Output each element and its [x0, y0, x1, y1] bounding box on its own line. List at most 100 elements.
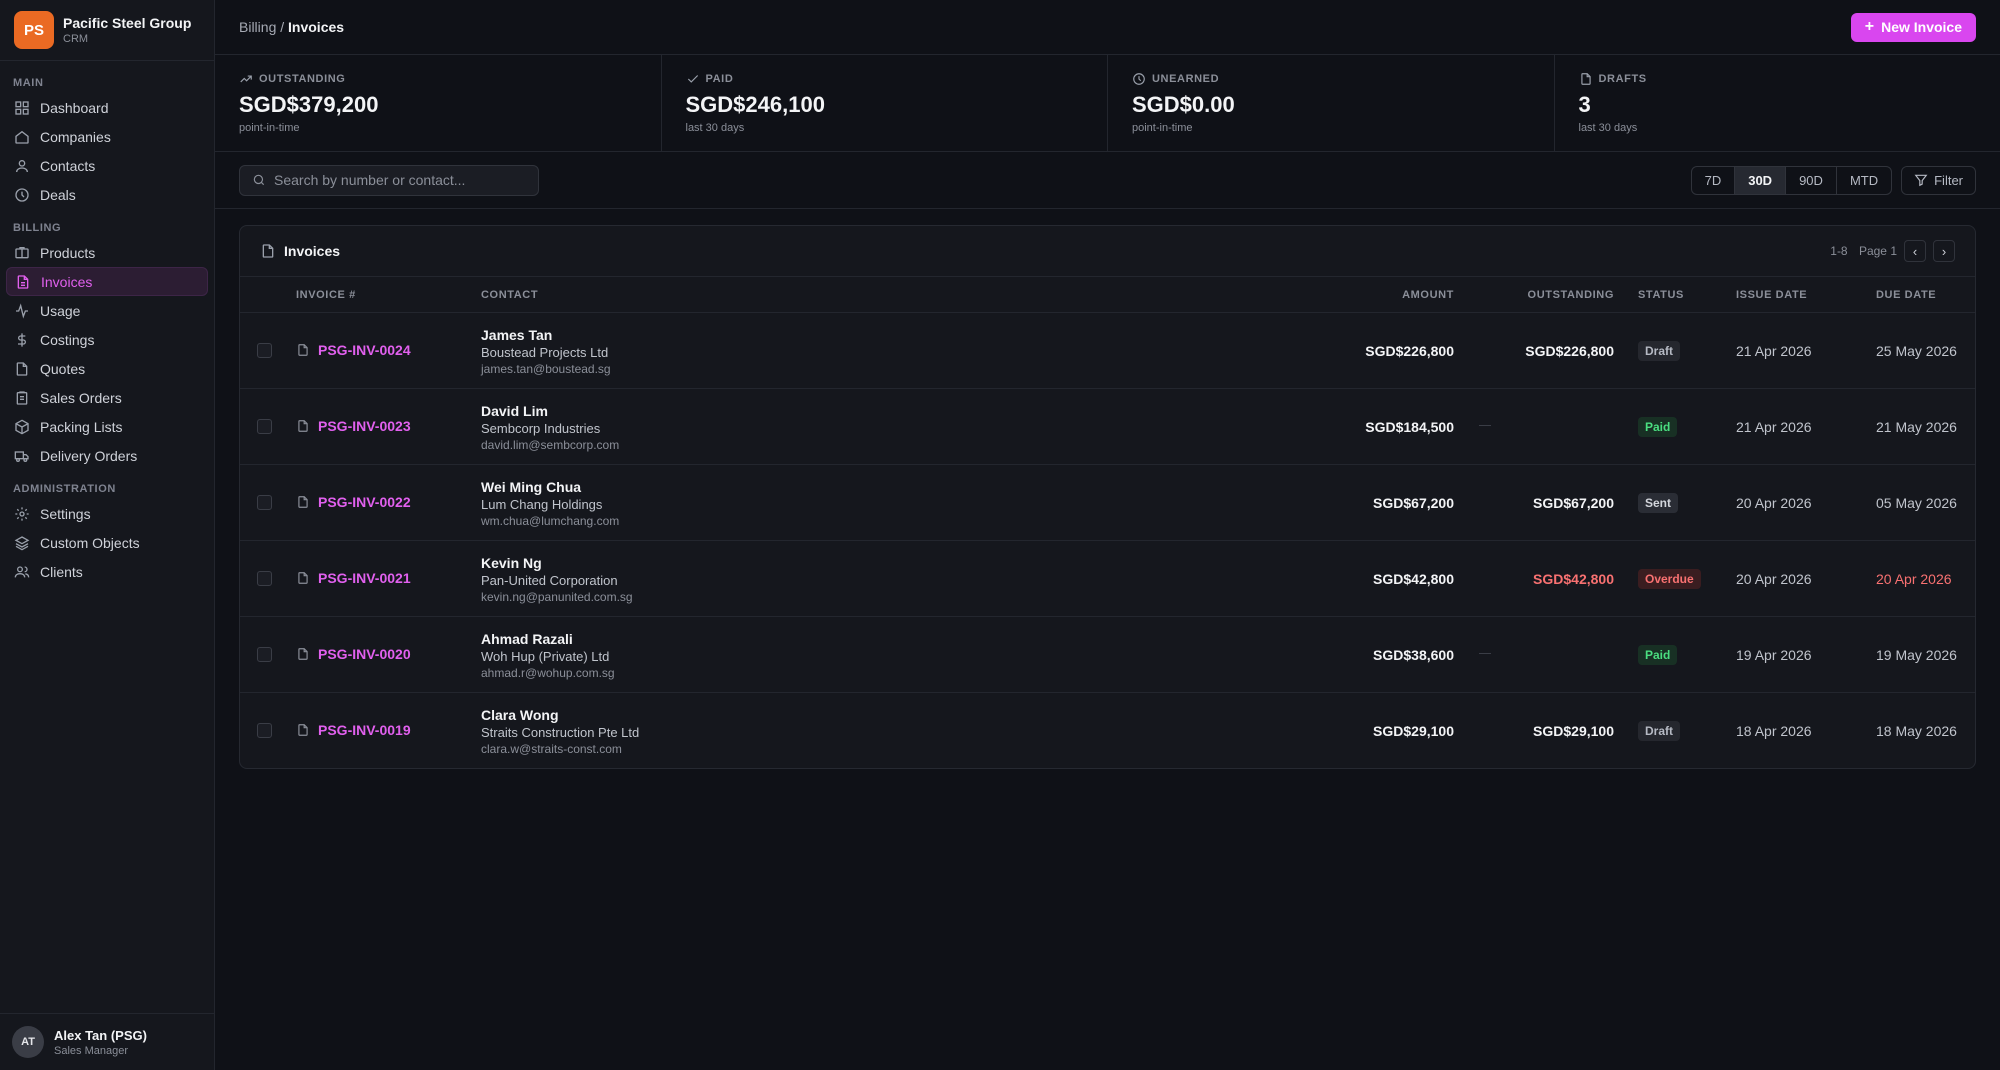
sidebar-item-label: Dashboard [40, 99, 109, 116]
range-30d[interactable]: 30D [1735, 166, 1787, 194]
filter-icon [1914, 174, 1928, 187]
invoice-link[interactable]: PSG-INV-0022 [296, 494, 411, 510]
column-header-invoice[interactable]: INVOICE # [296, 289, 356, 301]
sidebar-item-label: Contacts [40, 157, 96, 174]
breadcrumb-billing[interactable]: Billing [239, 19, 276, 35]
brand[interactable]: PS Pacific Steel Group CRM [0, 0, 214, 61]
column-header-contact[interactable]: CONTACT [481, 289, 538, 301]
table-row[interactable]: PSG-INV-0019 Clara Wong Straits Construc… [240, 693, 1975, 768]
invoice-number: PSG-INV-0020 [318, 646, 411, 662]
stat-label: PAID [686, 72, 1108, 86]
amount: SGD$184,500 [1365, 419, 1454, 435]
dollar-icon [18, 332, 26, 347]
sidebar-item-usage[interactable]: Usage [6, 296, 208, 325]
breadcrumb: Billing / Invoices [239, 19, 344, 35]
range-mtd[interactable]: MTD [1837, 167, 1891, 194]
due-date: 20 Apr 2026 [1876, 571, 1952, 587]
row-checkbox[interactable] [257, 723, 272, 738]
column-header-status[interactable]: STATUS [1638, 289, 1684, 301]
layers-icon [14, 535, 30, 550]
previous-page-button[interactable]: ‹ [1904, 240, 1926, 262]
contact-email: james.tan@boustead.sg [481, 362, 611, 376]
invoice-number: PSG-INV-0024 [318, 342, 411, 358]
brand-name: Pacific Steel Group [63, 15, 192, 31]
issue-date: 19 Apr 2026 [1736, 647, 1812, 663]
truck-icon [14, 450, 29, 462]
invoices-table-card: Invoices 1-8 Page 1 ‹ › INVOICE # CONTAC… [239, 225, 1976, 769]
sidebar-item-deals[interactable]: Deals [6, 180, 208, 209]
amount: SGD$67,200 [1373, 495, 1454, 511]
sidebar-item-settings[interactable]: Settings [6, 499, 208, 528]
file-icon [298, 496, 308, 508]
file-icon [298, 344, 308, 356]
sidebar-item-clients[interactable]: Clients [6, 557, 208, 586]
row-checkbox[interactable] [257, 495, 272, 510]
filter-button[interactable]: Filter [1901, 165, 1976, 195]
stat-label: DRAFTS [1579, 72, 2000, 86]
range-90d[interactable]: 90D [1786, 166, 1837, 194]
contact-name: Kevin Ng [481, 555, 542, 571]
user-role: Sales Manager [54, 1044, 128, 1057]
row-checkbox[interactable] [257, 343, 272, 358]
contact-name: Clara Wong [481, 707, 559, 723]
sidebar-item-dashboard[interactable]: Dashboard [6, 93, 208, 122]
pagination: 1-8 Page 1 ‹ › [1830, 240, 1955, 262]
contact-email: ahmad.r@wohup.com.sg [481, 666, 615, 680]
search-input[interactable] [274, 172, 524, 188]
contact-email: wm.chua@lumchang.com [481, 514, 620, 528]
sidebar-item-invoices[interactable]: Invoices [6, 267, 208, 296]
issue-date: 21 Apr 2026 [1736, 419, 1812, 435]
gear-icon [15, 506, 29, 521]
status-badge: Paid [1638, 417, 1678, 437]
stats-row: OUTSTANDING SGD$379,200 point-in-time PA… [215, 55, 2000, 152]
contact-company: Sembcorp Industries [481, 421, 601, 436]
stat-outstanding: OUTSTANDING SGD$379,200 point-in-time [215, 55, 662, 151]
table-row[interactable]: PSG-INV-0023 David Lim Sembcorp Industri… [240, 389, 1975, 465]
invoice-link[interactable]: PSG-INV-0020 [296, 646, 411, 662]
stat-label-text: PAID [705, 73, 734, 85]
stat-label-text: UNEARNED [1152, 73, 1220, 85]
table-row[interactable]: PSG-INV-0020 Ahmad Razali Woh Hup (Priva… [240, 617, 1975, 693]
sidebar-item-label: Sales Orders [40, 389, 122, 406]
table-row[interactable]: PSG-INV-0022 Wei Ming Chua Lum Chang Hol… [240, 465, 1975, 541]
row-checkbox[interactable] [257, 571, 272, 586]
sidebar-item-custom-objects[interactable]: Custom Objects [6, 528, 208, 557]
invoice-link[interactable]: PSG-INV-0023 [296, 418, 411, 434]
table-title-text: Invoices [284, 243, 341, 259]
new-invoice-button[interactable]: + New Invoice [1850, 12, 1976, 42]
invoice-link[interactable]: PSG-INV-0021 [296, 570, 411, 586]
sidebar-item-label: Usage [40, 302, 81, 319]
invoice-link[interactable]: PSG-INV-0024 [296, 342, 411, 358]
column-header-outstanding[interactable]: OUTSTANDING [1528, 289, 1614, 301]
table-body: PSG-INV-0024 James Tan Boustead Projects… [240, 313, 1975, 768]
contact-name: James Tan [481, 327, 553, 343]
pagination-gap [1852, 244, 1855, 258]
column-header-issue-date[interactable]: ISSUE DATE [1736, 289, 1807, 301]
invoice-link[interactable]: PSG-INV-0019 [296, 722, 411, 738]
row-checkbox[interactable] [257, 647, 272, 662]
contact-cell: Kevin Ng Pan-United Corporation kevin.ng… [481, 555, 633, 604]
search-box[interactable] [239, 164, 539, 196]
sidebar-item-sales-orders[interactable]: Sales Orders [6, 383, 208, 412]
sidebar-item-quotes[interactable]: Quotes [6, 354, 208, 383]
main-content: Billing / Invoices + New Invoice OUTSTAN… [215, 0, 2000, 1070]
sidebar-item-costings[interactable]: Costings [6, 325, 208, 354]
sidebar-item-delivery-orders[interactable]: Delivery Orders [6, 441, 208, 470]
column-header-amount[interactable]: AMOUNT [1402, 289, 1454, 301]
sidebar-item-contacts[interactable]: Contacts [6, 151, 208, 180]
sidebar-item-companies[interactable]: Companies [6, 122, 208, 151]
next-page-button[interactable]: › [1933, 240, 1955, 262]
contact-cell: James Tan Boustead Projects Ltd james.ta… [481, 327, 611, 376]
pagination-page: Page 1 [1858, 244, 1897, 258]
invoice-number: PSG-INV-0022 [318, 494, 411, 510]
stat-label: UNEARNED [1132, 72, 1554, 86]
table-row[interactable]: PSG-INV-0024 James Tan Boustead Projects… [240, 313, 1975, 389]
sidebar-item-packing-lists[interactable]: Packing Lists [6, 412, 208, 441]
row-checkbox[interactable] [257, 419, 272, 434]
user-profile[interactable]: AT Alex Tan (PSG) Sales Manager [0, 1013, 215, 1070]
filter-label: Filter [1934, 172, 1963, 188]
range-7d[interactable]: 7D [1692, 166, 1736, 194]
column-header-due-date[interactable]: DUE DATE [1876, 289, 1936, 301]
table-row[interactable]: PSG-INV-0021 Kevin Ng Pan-United Corpora… [240, 541, 1975, 617]
sidebar-item-products[interactable]: Products [6, 238, 208, 267]
